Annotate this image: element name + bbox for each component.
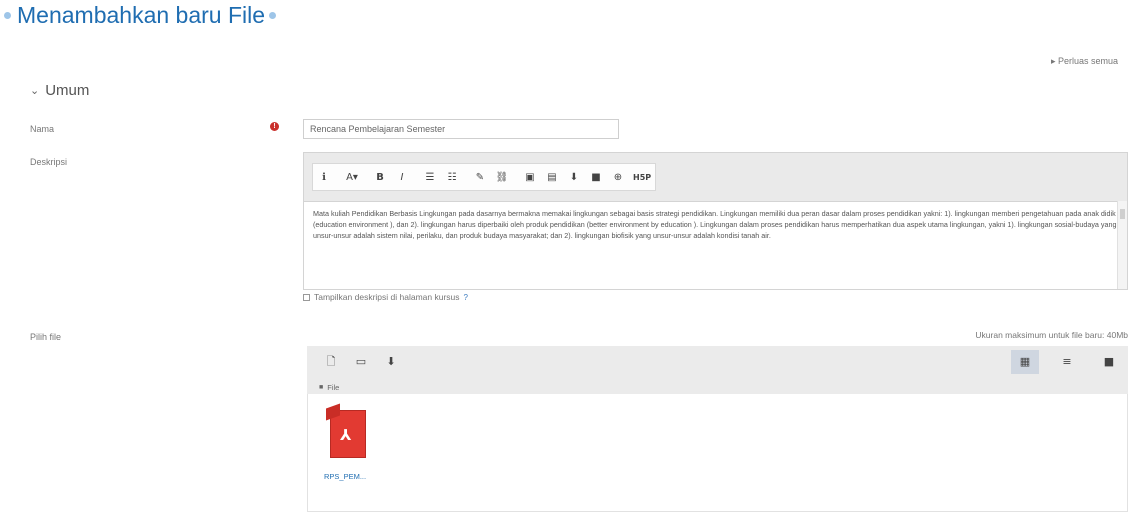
bullet-dot-icon [269, 12, 277, 19]
folder-icon: ■ [319, 383, 324, 391]
section-title: Umum [45, 82, 90, 99]
max-size-text: Ukuran maksimum untuk file baru: 40Mb [975, 330, 1128, 340]
page-header: Menambahkan baru File [4, 2, 277, 29]
show-description-label: Tampilkan deskripsi di halaman kursus [314, 292, 460, 302]
filepicker-area[interactable]: ⅄ RPS_PEM... [307, 394, 1128, 512]
toolbar-numbered-list-button[interactable]: ☷ [441, 172, 463, 183]
name-input[interactable] [303, 119, 619, 139]
description-editor: ℹ A▾ B I ☰ ☷ ✎ ⛓ ▣ ▤ ⬇ ■ ⊕ H5P Mata kuli… [303, 152, 1128, 290]
toolbar-unlink-button[interactable]: ⛓ [491, 172, 513, 183]
section-general-toggle[interactable]: ⌄ Umum [30, 82, 89, 99]
toolbar-font-button[interactable]: A▾ [341, 172, 363, 183]
view-tree-icon[interactable]: ■ [1095, 350, 1123, 374]
show-description-checkbox[interactable] [303, 293, 310, 301]
view-list-icon[interactable]: ≡ [1053, 350, 1081, 374]
pdf-file-icon: ⅄ [324, 403, 372, 462]
toolbar-h5p-button[interactable]: H5P [629, 173, 655, 182]
help-icon[interactable]: ? [464, 293, 468, 302]
toolbar-link-button[interactable]: ✎ [469, 172, 491, 183]
pdf-logo-icon: ⅄ [340, 426, 352, 444]
breadcrumb-item[interactable]: File [327, 383, 339, 392]
toolbar-group-1: ℹ A▾ B I ☰ ☷ ✎ ⛓ ▣ ▤ ⬇ ■ ⊕ H5P [312, 163, 657, 191]
chevron-down-icon: ⌄ [30, 85, 40, 97]
page-title: Menambahkan baru File [17, 2, 266, 28]
toolbar-image-button[interactable]: ▣ [519, 172, 541, 183]
required-icon: ! [270, 122, 279, 131]
name-label: Nama [30, 124, 55, 134]
description-label: Deskripsi [30, 157, 68, 167]
expand-all-link[interactable]: ▸ Perluas semua [1051, 56, 1118, 67]
bullet-dot-icon [4, 12, 11, 19]
editor-scrollbar[interactable] [1117, 201, 1127, 289]
file-item[interactable]: ⅄ RPS_PEM... [318, 403, 378, 481]
toolbar-bullet-list-button[interactable]: ☰ [419, 172, 441, 183]
filepicker-toolbar: 🗋 ▭ ⬇ ▦ ≡ ■ [307, 346, 1128, 380]
toolbar-manage-files-button[interactable]: ⊕ [607, 172, 629, 183]
toolbar-record-audio-button[interactable]: ⬇ [563, 172, 585, 183]
editor-toolbar: ℹ A▾ B I ☰ ☷ ✎ ⛓ ▣ ▤ ⬇ ■ ⊕ H5P [304, 153, 1127, 202]
download-icon[interactable]: ⬇ [377, 350, 405, 374]
view-icons-icon[interactable]: ▦ [1011, 350, 1039, 374]
files-label: Pilih file [30, 332, 62, 342]
toolbar-media-button[interactable]: ▤ [541, 172, 563, 183]
toolbar-info-button[interactable]: ℹ [313, 172, 335, 183]
toolbar-bold-button[interactable]: B [369, 172, 391, 183]
file-name[interactable]: RPS_PEM... [324, 472, 378, 481]
description-textarea[interactable]: Mata kuliah Pendidikan Berbasis Lingkung… [304, 202, 1127, 282]
show-description-row: Tampilkan deskripsi di halaman kursus ? [303, 292, 468, 302]
create-folder-icon[interactable]: ▭ [347, 350, 375, 374]
toolbar-italic-button[interactable]: I [391, 172, 413, 183]
breadcrumb: ■ File [307, 380, 1128, 394]
add-file-icon[interactable]: 🗋 [317, 350, 345, 374]
toolbar-record-video-button[interactable]: ■ [585, 172, 607, 183]
